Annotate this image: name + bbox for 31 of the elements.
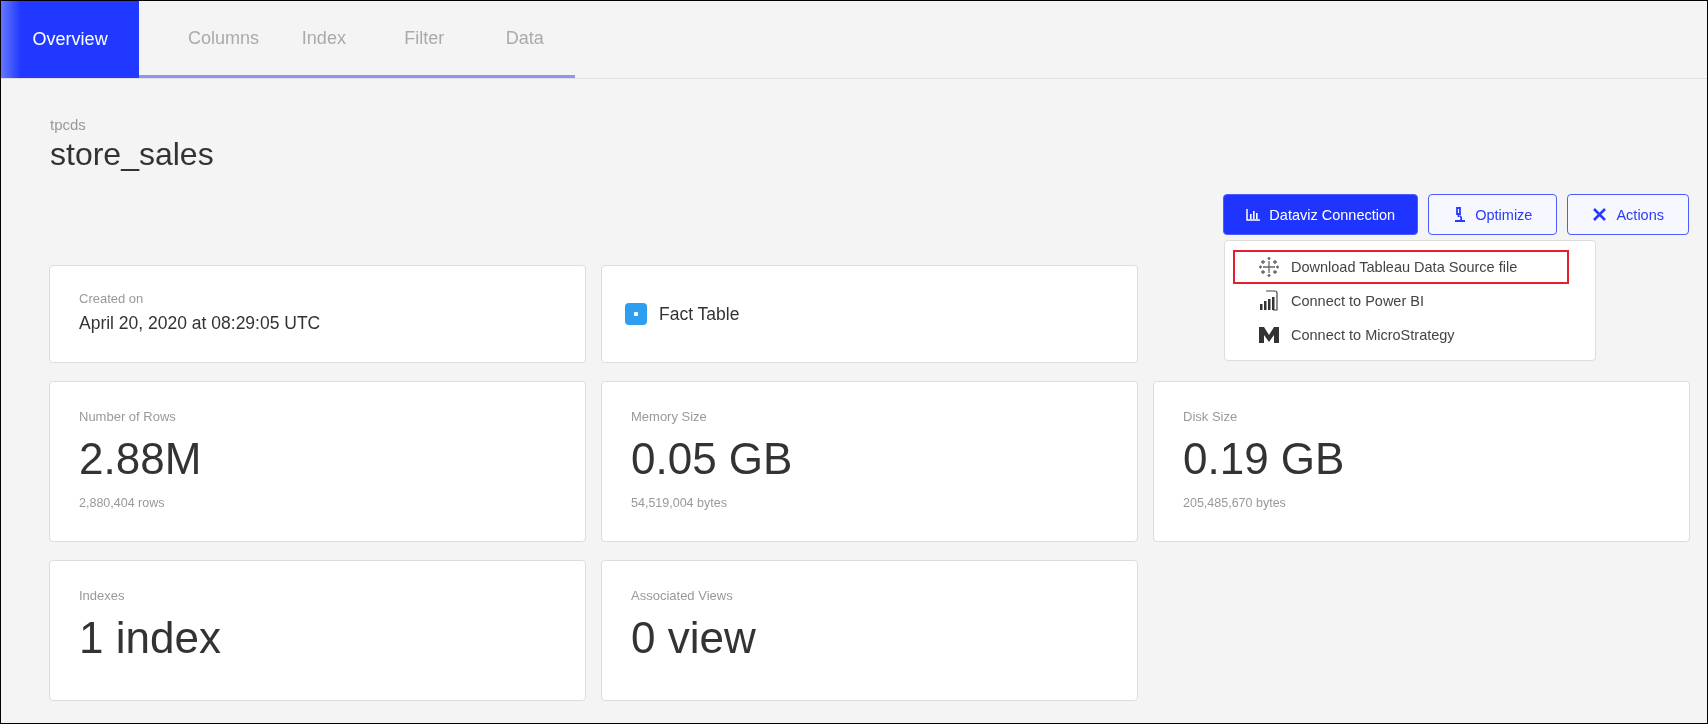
stat-detail: 2,880,404 rows bbox=[79, 496, 166, 510]
optimize-button[interactable]: Optimize bbox=[1428, 194, 1558, 235]
tab[interactable]: Overview bbox=[1, 1, 140, 78]
stat-detail: 54,519,004 bytes bbox=[631, 496, 728, 510]
stat-label: Disk Size bbox=[1183, 409, 1239, 424]
stat-value: 2.88M bbox=[79, 434, 203, 484]
dataviz-button[interactable]: Dataviz Connection bbox=[1223, 194, 1419, 235]
stat-label: Indexes bbox=[79, 588, 126, 603]
crosses-icon bbox=[1259, 257, 1279, 277]
stat-label: Memory Size bbox=[631, 409, 708, 424]
menu-item[interactable]: Connect to MicroStrategy bbox=[1233, 318, 1569, 352]
created-date: April 20, 2020 at 08:29:05 UTC bbox=[79, 313, 322, 334]
actions-button[interactable]: Actions bbox=[1567, 194, 1689, 235]
stat-label: Associated Views bbox=[631, 588, 734, 603]
m-logo-icon bbox=[1259, 327, 1279, 343]
microscope-icon bbox=[1453, 207, 1467, 222]
fact-table-icon bbox=[625, 303, 647, 325]
card-label: Created on bbox=[79, 291, 145, 306]
stat-value: 0.05 GB bbox=[631, 434, 794, 484]
stat-detail: 205,485,670 bytes bbox=[1183, 496, 1287, 510]
table-name: store_sales bbox=[50, 136, 215, 173]
schema-name: tpcds bbox=[50, 116, 87, 133]
table-type-label: Fact Table bbox=[659, 303, 740, 325]
stat-value: 1 index bbox=[79, 613, 222, 663]
menu-item[interactable]: Connect to Power BI bbox=[1233, 284, 1569, 318]
stat-label: Number of Rows bbox=[79, 409, 177, 424]
stat-value: 0 view bbox=[631, 613, 757, 663]
bar-chart-icon bbox=[1259, 290, 1279, 312]
bar-chart-icon bbox=[1246, 208, 1261, 221]
stat-value: 0.19 GB bbox=[1183, 434, 1346, 484]
menu-item[interactable]: Download Tableau Data Source file bbox=[1233, 250, 1569, 284]
